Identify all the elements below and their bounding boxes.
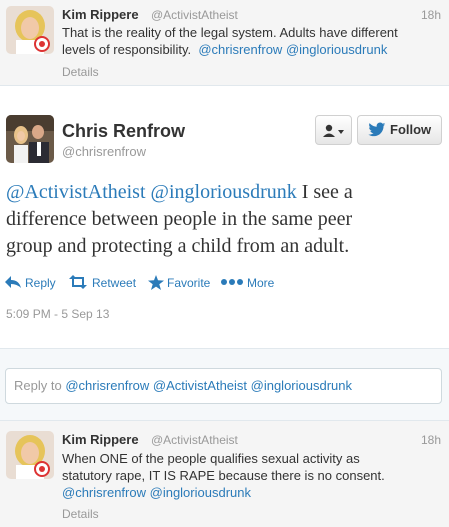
tweet-time[interactable]: 18h [421,433,441,447]
more-label: More [247,276,275,290]
author-handle[interactable]: @ActivistAtheist [151,433,238,447]
mention-link[interactable]: @ActivistAtheist [6,181,146,203]
avatar[interactable] [6,115,54,163]
tweet-text-line: difference between people in the same pe… [6,208,353,230]
tweet-text-line: statutory rape, IT IS RAPE because there… [62,468,385,483]
mention-link[interactable]: @chrisrenfrow [62,485,146,500]
retweet-button[interactable]: Retweet [68,274,146,292]
reply-input[interactable]: Reply to @chrisrenfrow @ActivistAtheist … [5,368,442,404]
tweet-text: @ActivistAtheist @ingloriousdrunk I see … [6,179,446,260]
more-dots-icon [221,279,243,285]
retweet-label: Retweet [92,276,137,290]
mention-link[interactable]: @ingloriousdrunk [150,485,251,500]
tweet-kim-top[interactable]: Kim Rippere @ActivistAtheist 18h That is… [0,0,449,86]
mention-link[interactable]: @chrisrenfrow [198,42,282,57]
reply-area: Reply to @chrisrenfrow @ActivistAtheist … [0,348,449,420]
author-handle[interactable]: @chrisrenfrow [62,144,146,159]
follow-label: Follow [390,122,432,137]
author-name[interactable]: Kim Rippere [62,7,139,22]
avatar[interactable] [6,431,54,479]
user-actions-dropdown[interactable] [315,115,352,145]
more-button[interactable]: More [221,274,281,292]
tweet-text-line: That is the reality of the legal system.… [62,25,398,40]
tweet-time[interactable]: 18h [421,8,441,22]
avatar[interactable] [6,6,54,54]
tweet-kim-bottom[interactable]: Kim Rippere @ActivistAtheist 18h When ON… [0,420,449,527]
reply-icon [5,276,21,288]
tweet-timestamp[interactable]: 5:09 PM - 5 Sep 13 [6,307,109,321]
reply-placeholder-prefix: Reply to [14,378,66,393]
star-icon [148,275,164,290]
reply-placeholder-mentions: @chrisrenfrow @ActivistAtheist @inglorio… [65,378,352,393]
tweet-text-line: group and protecting a child from an adu… [6,235,350,257]
author-handle[interactable]: @ActivistAtheist [151,8,238,22]
reply-label: Reply [25,276,56,290]
author-name[interactable]: Kim Rippere [62,432,139,447]
follow-button[interactable]: Follow [357,115,442,145]
tweet-text-plain: I see a [296,181,353,203]
favorite-label: Favorite [167,276,211,290]
tweet-text-line: When ONE of the people qualifies sexual … [62,451,360,466]
author-name[interactable]: Chris Renfrow [62,121,185,142]
twitter-bird-icon [368,122,386,137]
tweet-text-line: @chrisrenfrow @ingloriousdrunk [62,484,442,501]
tweet-main: Chris Renfrow @chrisrenfrow Follow @Acti… [0,86,449,420]
tweet-text-line: @ActivistAtheist @ingloriousdrunk I see … [6,179,446,206]
tweet-text-plain: levels of responsibility. [62,42,192,57]
retweet-icon [69,275,87,289]
mention-link[interactable]: @ingloriousdrunk [151,181,297,203]
favorite-button[interactable]: Favorite [148,274,218,292]
reply-button[interactable]: Reply [4,274,60,292]
tweet-text-line: levels of responsibility. @chrisrenfrow … [62,41,442,58]
user-dropdown-icon [322,124,344,137]
mention-link[interactable]: @ingloriousdrunk [286,42,387,57]
tweet-text: That is the reality of the legal system.… [62,24,442,58]
details-link[interactable]: Details [62,65,99,79]
details-link[interactable]: Details [62,507,99,521]
tweet-text: When ONE of the people qualifies sexual … [62,450,442,501]
